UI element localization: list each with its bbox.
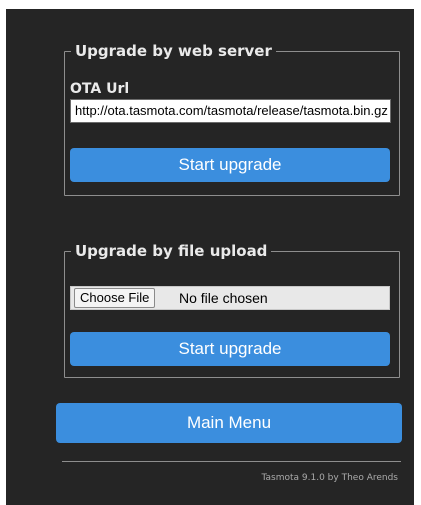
file-input[interactable]: Choose File No file chosen — [70, 286, 390, 310]
main-menu-button[interactable]: Main Menu — [56, 403, 402, 443]
ota-url-label: OTA Url — [70, 81, 130, 97]
page: Upgrade by web server OTA Url http://ota… — [0, 0, 421, 505]
choose-file-button[interactable]: Choose File — [74, 288, 156, 308]
firmware-upgrade-panel: Upgrade by web server OTA Url http://ota… — [6, 9, 414, 505]
start-upgrade-web-button[interactable]: Start upgrade — [70, 148, 390, 182]
file-upload-legend: Upgrade by file upload — [75, 242, 268, 260]
start-upgrade-file-button[interactable]: Start upgrade — [70, 332, 390, 366]
web-server-legend: Upgrade by web server — [75, 42, 272, 60]
footer-divider — [62, 461, 401, 462]
ota-url-input[interactable]: http://ota.tasmota.com/tasmota/release/t… — [70, 99, 391, 123]
footer-version-text: Tasmota 9.1.0 by Theo Arends — [261, 473, 398, 483]
no-file-chosen-text: No file chosen — [179, 290, 268, 306]
